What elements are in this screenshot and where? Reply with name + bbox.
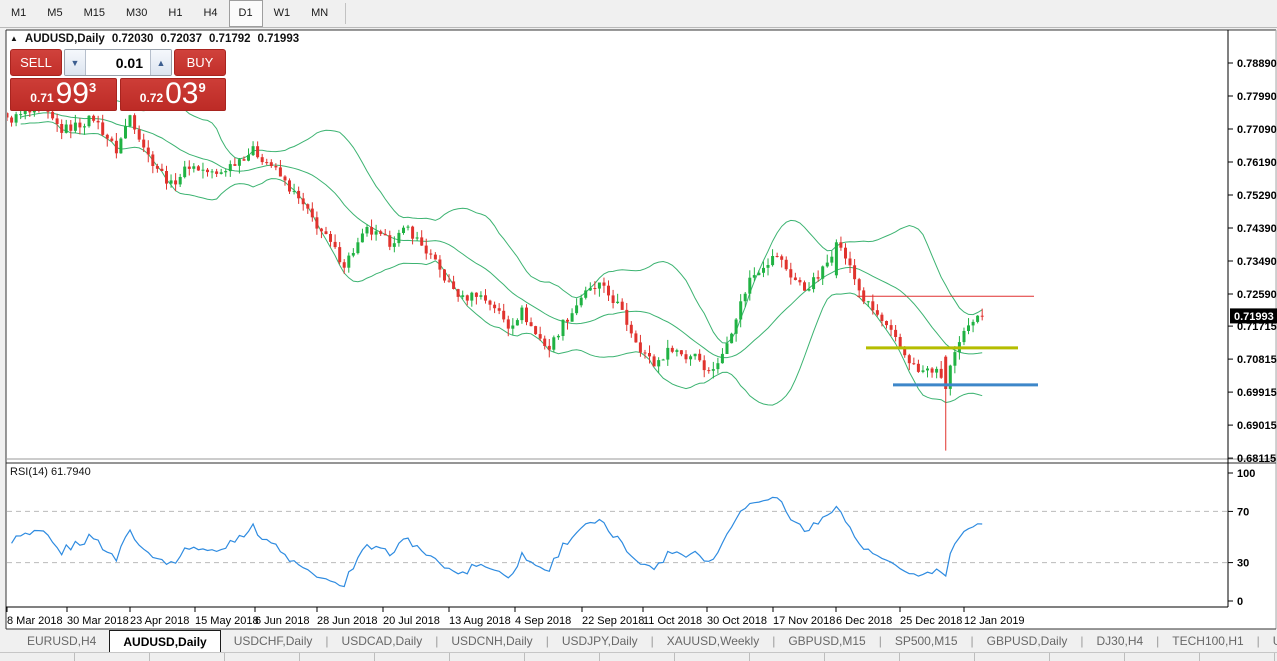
- collapse-panel-icon[interactable]: ▲: [10, 34, 18, 43]
- svg-text:30 Mar 2018: 30 Mar 2018: [67, 615, 129, 627]
- volume-input[interactable]: 0.01: [86, 50, 150, 75]
- sell-price-box[interactable]: 0.71 99 3: [10, 78, 117, 111]
- svg-text:0.75290: 0.75290: [1237, 190, 1277, 202]
- svg-text:25 Dec 2018: 25 Dec 2018: [900, 615, 962, 627]
- sell-price-prefix: 0.71: [30, 91, 53, 105]
- chart-tab-usdjpy-daily[interactable]: USDJPY,Daily: [549, 630, 651, 652]
- chart-tab-tech100-h1[interactable]: TECH100,H1: [1159, 630, 1256, 652]
- svg-text:22 Sep 2018: 22 Sep 2018: [582, 615, 644, 627]
- svg-text:23 Apr 2018: 23 Apr 2018: [130, 615, 189, 627]
- svg-text:6 Jun 2018: 6 Jun 2018: [255, 615, 309, 627]
- svg-text:0.69915: 0.69915: [1237, 387, 1277, 399]
- timeframe-button-h1[interactable]: H1: [158, 0, 192, 27]
- chart-tab-usdcad-daily[interactable]: USDCAD,Daily: [329, 630, 436, 652]
- svg-text:6 Dec 2018: 6 Dec 2018: [836, 615, 892, 627]
- svg-text:11 Oct 2018: 11 Oct 2018: [643, 615, 702, 627]
- svg-text:0.77090: 0.77090: [1237, 124, 1277, 136]
- rsi-indicator-label: RSI(14) 61.7940: [10, 466, 91, 478]
- svg-text:30: 30: [1237, 558, 1249, 570]
- symbol-ohlc-line: ▲ AUDUSD,Daily 0.72030 0.72037 0.71792 0…: [10, 33, 299, 45]
- svg-text:100: 100: [1237, 468, 1255, 480]
- svg-text:0.68115: 0.68115: [1237, 453, 1276, 465]
- buy-price-box[interactable]: 0.72 03 9: [120, 78, 227, 111]
- symbol-title: AUDUSD,Daily: [25, 33, 105, 45]
- timeframe-button-h4[interactable]: H4: [193, 0, 227, 27]
- trading-terminal-window: M1M5M15M30H1H4D1W1MN 0.78890 0.77990 0.770…: [0, 0, 1277, 661]
- buy-price-prefix: 0.72: [140, 91, 163, 105]
- toolbar-separator: [345, 3, 346, 24]
- volume-increase-button[interactable]: ▲: [150, 50, 171, 75]
- sell-button[interactable]: SELL: [10, 49, 62, 76]
- current-price-tag: 0.71993: [1230, 308, 1277, 323]
- chart-canvas[interactable]: 0.78890 0.77990 0.77090 0.76190 0.75290 0.743…: [0, 28, 1277, 630]
- svg-text:0.73490: 0.73490: [1237, 256, 1277, 268]
- timeframe-button-m15[interactable]: M15: [74, 0, 115, 27]
- svg-text:8 Mar 2018: 8 Mar 2018: [7, 615, 63, 627]
- sell-price-big: 99: [56, 79, 89, 109]
- one-click-trading-panel: SELL ▼ 0.01 ▲ BUY 0.71 99 3 0.72 03 9: [10, 49, 226, 111]
- timeframe-button-m1[interactable]: M1: [1, 0, 36, 27]
- chart-tab-ukoil-h1[interactable]: UKOil,H1: [1260, 630, 1277, 652]
- volume-stepper: ▼ 0.01 ▲: [64, 49, 172, 76]
- svg-text:0.72590: 0.72590: [1237, 289, 1277, 301]
- svg-text:0.69015: 0.69015: [1237, 420, 1277, 432]
- svg-text:0.78890: 0.78890: [1237, 58, 1277, 70]
- svg-text:28 Jun 2018: 28 Jun 2018: [317, 615, 378, 627]
- svg-text:30 Oct 2018: 30 Oct 2018: [707, 615, 767, 627]
- ohlc-open: 0.72030: [112, 33, 154, 45]
- svg-text:0.76190: 0.76190: [1237, 157, 1277, 169]
- svg-text:17 Nov 2018: 17 Nov 2018: [773, 615, 835, 627]
- timeframe-toolbar: M1M5M15M30H1H4D1W1MN: [0, 0, 1277, 28]
- svg-text:20 Jul 2018: 20 Jul 2018: [383, 615, 440, 627]
- buy-price-pip: 9: [199, 80, 206, 95]
- buy-price-big: 03: [165, 79, 198, 109]
- timeframe-button-d1[interactable]: D1: [229, 0, 263, 27]
- chart-tab-gbpusd-daily[interactable]: GBPUSD,Daily: [974, 630, 1081, 652]
- timeframe-button-w1[interactable]: W1: [264, 0, 301, 27]
- bottom-scroll-strip[interactable]: [0, 652, 1277, 661]
- chart-tab-usdchf-daily[interactable]: USDCHF,Daily: [221, 630, 326, 652]
- ohlc-high: 0.72037: [160, 33, 202, 45]
- timeframe-button-m30[interactable]: M30: [116, 0, 157, 27]
- chart-tabbar: EURUSD,H4AUDUSD,DailyUSDCHF,Daily|USDCAD…: [0, 630, 1277, 652]
- svg-text:0.77990: 0.77990: [1237, 91, 1277, 103]
- chart-tab-dj30-h4[interactable]: DJ30,H4: [1083, 630, 1156, 652]
- chart-tab-gbpusd-m15[interactable]: GBPUSD,M15: [775, 630, 878, 652]
- svg-text:15 May 2018: 15 May 2018: [195, 615, 259, 627]
- svg-text:13 Aug 2018: 13 Aug 2018: [449, 615, 511, 627]
- svg-text:0: 0: [1237, 596, 1243, 608]
- svg-text:0.70815: 0.70815: [1237, 354, 1277, 366]
- timeframe-button-m5[interactable]: M5: [37, 0, 72, 27]
- svg-text:0.71993: 0.71993: [1234, 311, 1274, 323]
- volume-decrease-button[interactable]: ▼: [65, 50, 86, 75]
- svg-text:70: 70: [1237, 506, 1249, 518]
- svg-text:0.74390: 0.74390: [1237, 223, 1277, 235]
- chart-tab-usdcnh-daily[interactable]: USDCNH,Daily: [438, 630, 545, 652]
- chart-tab-xauusd-weekly[interactable]: XAUUSD,Weekly: [654, 630, 772, 652]
- chart-tab-eurusd-h4[interactable]: EURUSD,H4: [14, 630, 109, 652]
- buy-button[interactable]: BUY: [174, 49, 226, 76]
- svg-text:4 Sep 2018: 4 Sep 2018: [515, 615, 571, 627]
- sell-price-pip: 3: [89, 80, 96, 95]
- chart-tab-audusd-daily[interactable]: AUDUSD,Daily: [109, 630, 220, 652]
- chart-tab-sp500-m15[interactable]: SP500,M15: [882, 630, 971, 652]
- ohlc-low: 0.71792: [209, 33, 251, 45]
- svg-text:12 Jan 2019: 12 Jan 2019: [964, 615, 1025, 627]
- ohlc-close: 0.71993: [258, 33, 300, 45]
- timeframe-button-mn[interactable]: MN: [301, 0, 338, 27]
